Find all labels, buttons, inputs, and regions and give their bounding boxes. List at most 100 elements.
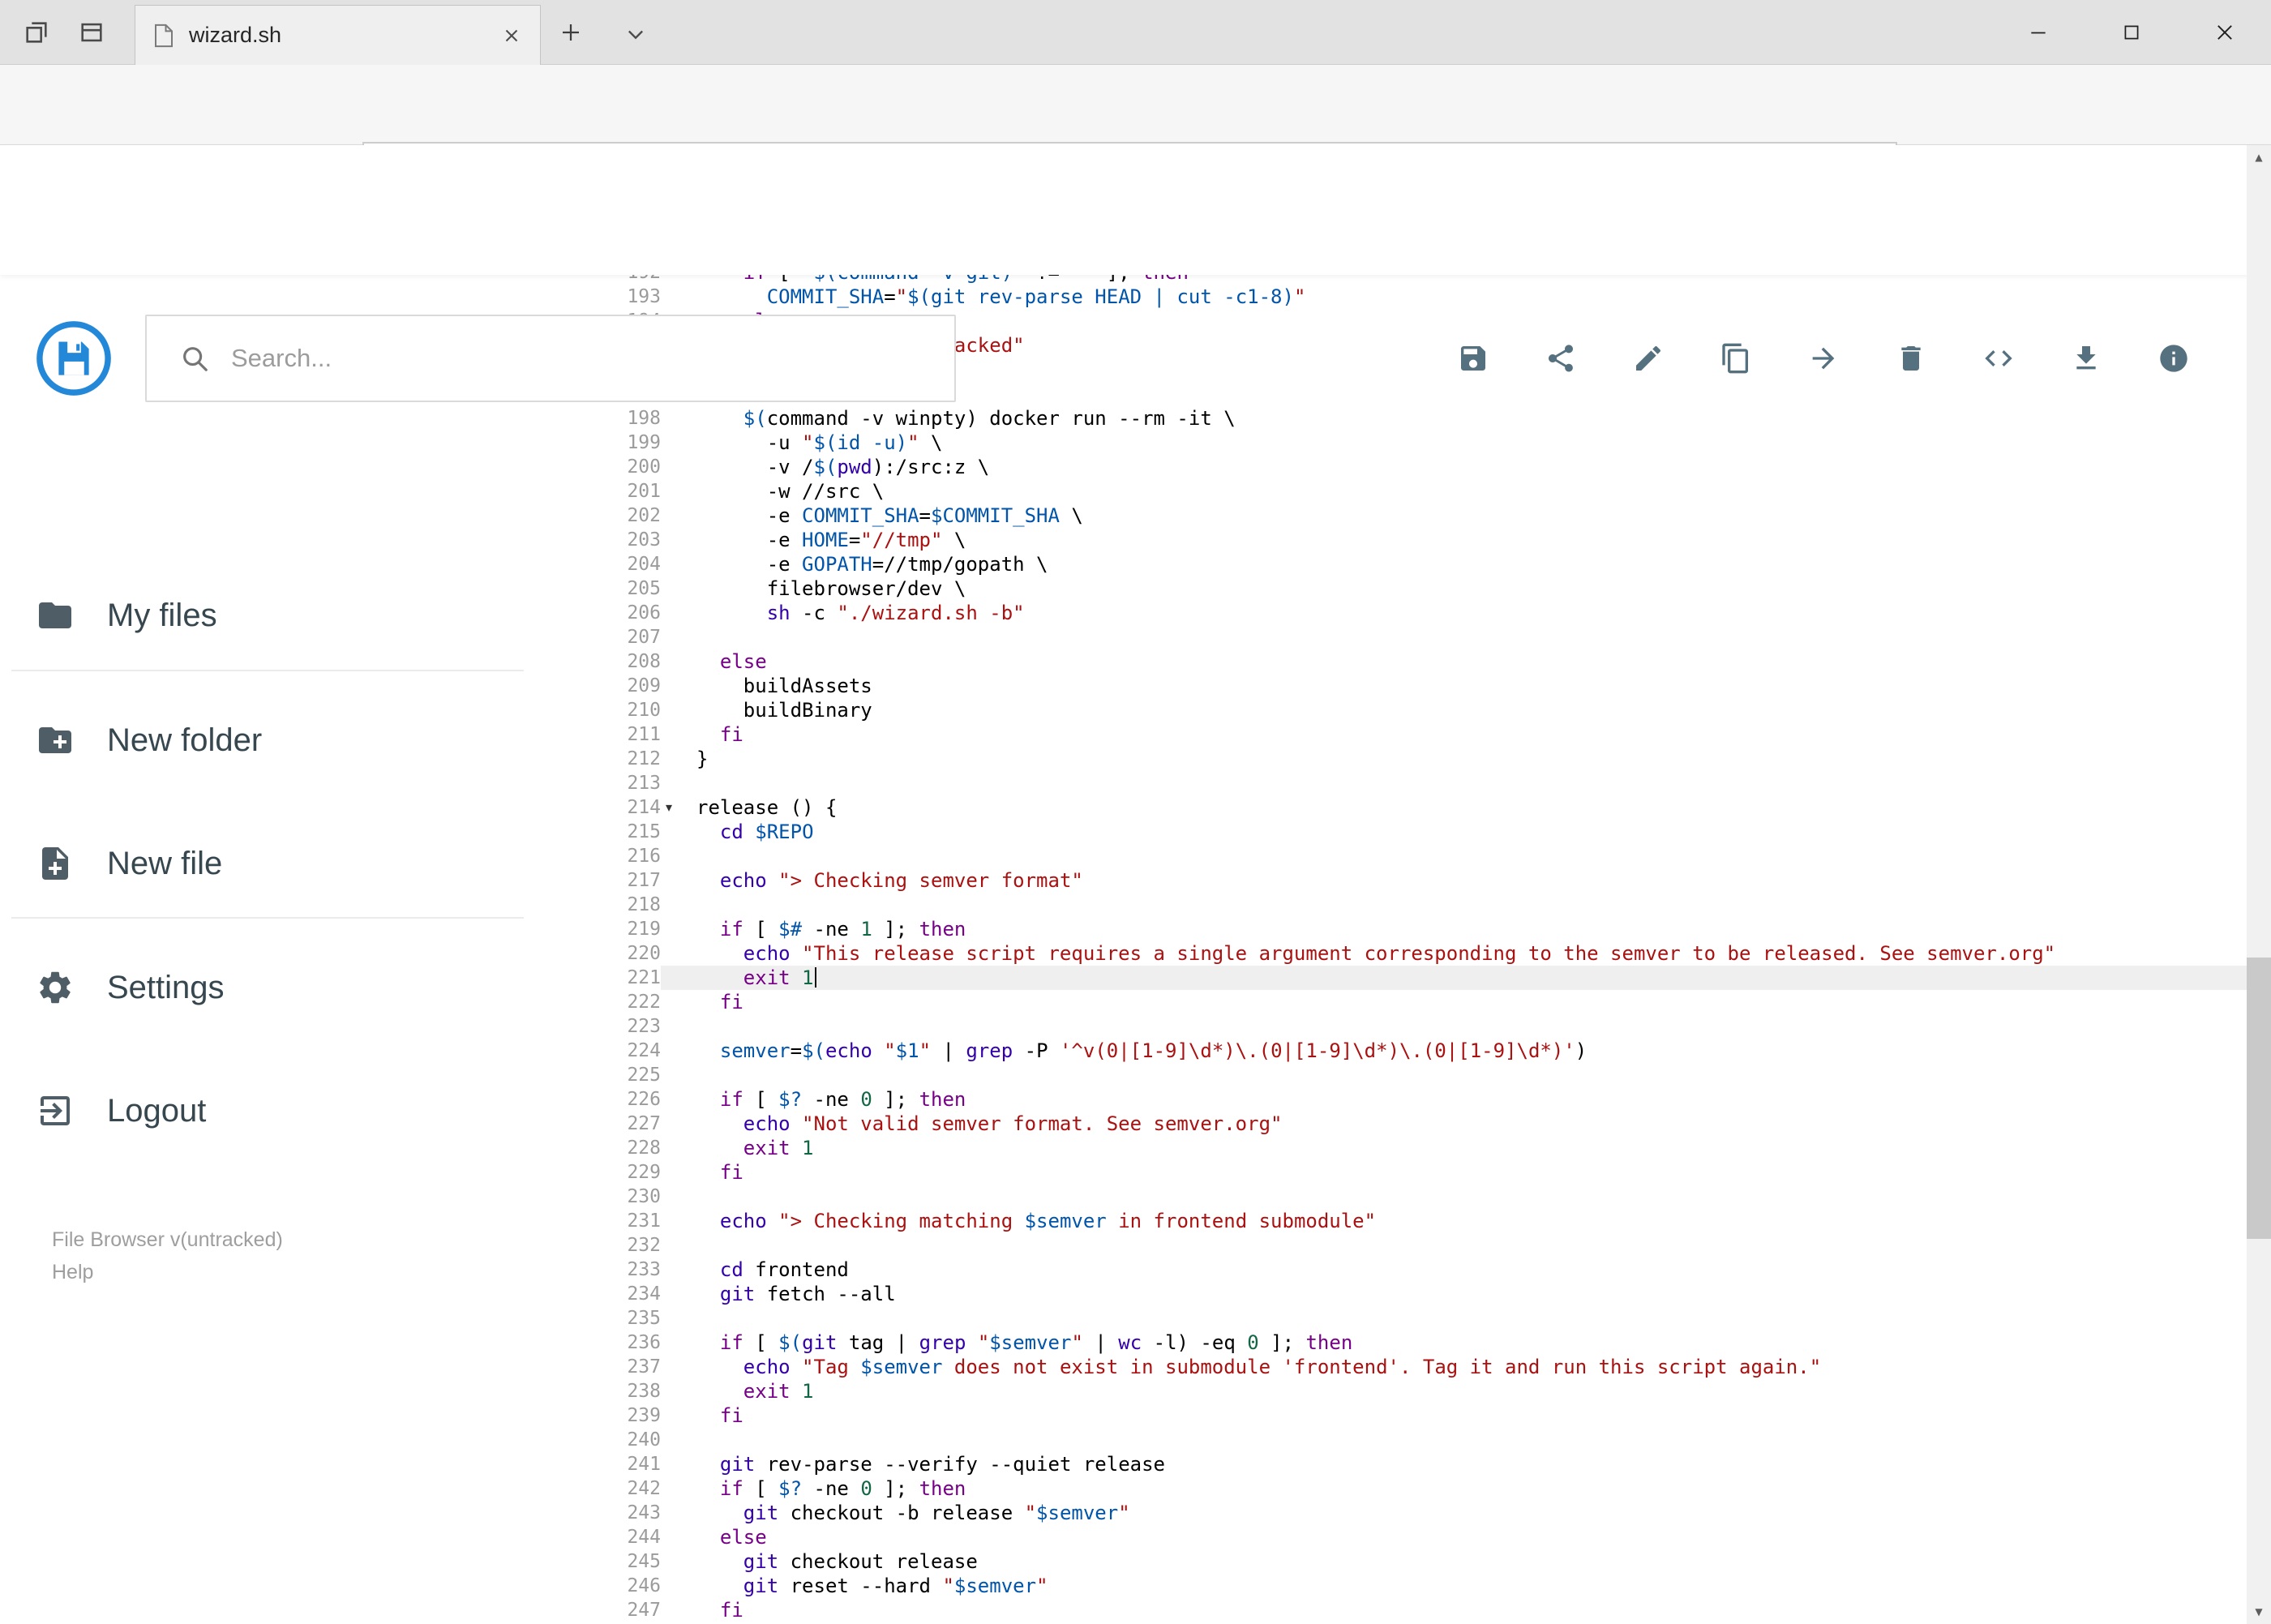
help-link[interactable]: Help xyxy=(52,1261,93,1284)
code-line[interactable]: 213 xyxy=(580,771,2247,795)
move-arrow-icon[interactable] xyxy=(1807,342,1840,375)
code-line[interactable]: 223 xyxy=(580,1014,2247,1039)
window-close-button[interactable] xyxy=(2178,0,2271,65)
code-line[interactable]: 235 xyxy=(580,1306,2247,1330)
code-line[interactable]: 193 COMMIT_SHA="$(git rev-parse HEAD | c… xyxy=(580,285,2247,309)
tab-list-chevron-icon[interactable] xyxy=(624,23,647,45)
code-line[interactable]: 200 -v /$(pwd):/src:z \ xyxy=(580,455,2247,479)
code-line[interactable]: 216 xyxy=(580,844,2247,868)
code-line[interactable]: 210 buildBinary xyxy=(580,698,2247,722)
tab-preview-icon[interactable] xyxy=(23,19,50,46)
code-line[interactable]: 238 exit 1 xyxy=(580,1379,2247,1403)
code-line[interactable]: 222 fi xyxy=(580,990,2247,1014)
code-line[interactable]: 237 echo "Tag $semver does not exist in … xyxy=(580,1355,2247,1379)
edit-pencil-icon[interactable] xyxy=(1632,342,1665,375)
code-line[interactable]: 234 git fetch --all xyxy=(580,1282,2247,1306)
code-line[interactable]: 205 filebrowser/dev \ xyxy=(580,576,2247,601)
code-line[interactable]: 224 semver=$(echo "$1" | grep -P '^v(0|[… xyxy=(580,1039,2247,1063)
code-line[interactable]: 215 cd $REPO xyxy=(580,820,2247,844)
code-line[interactable]: 227 echo "Not valid semver format. See s… xyxy=(580,1112,2247,1136)
share-icon[interactable] xyxy=(1545,342,1577,375)
code-line[interactable]: 240 xyxy=(580,1428,2247,1452)
sidebar-item-settings[interactable]: Settings xyxy=(36,965,225,1010)
code-area[interactable]: 192 if [ "$(command -v git)" != "" ]; th… xyxy=(580,275,2247,1622)
code-text: -w //src \ xyxy=(696,480,885,503)
line-number: 204 xyxy=(627,554,661,575)
new-tab-button[interactable] xyxy=(558,19,584,45)
code-line[interactable]: 212} xyxy=(580,747,2247,771)
line-number: 214 xyxy=(627,797,661,818)
code-line[interactable]: 203 -e HOME="//tmp" \ xyxy=(580,528,2247,552)
code-text: -e HOME="//tmp" \ xyxy=(696,529,966,551)
code-text: exit 1 xyxy=(696,966,816,990)
info-icon[interactable] xyxy=(2157,342,2190,375)
search-input[interactable] xyxy=(231,344,954,373)
code-line[interactable]: 246 git reset --hard "$semver" xyxy=(580,1574,2247,1598)
code-line[interactable]: 206 sh -c "./wizard.sh -b" xyxy=(580,601,2247,625)
scrollbar-thumb[interactable] xyxy=(2247,958,2271,1239)
code-line[interactable]: 211 fi xyxy=(580,722,2247,747)
code-line[interactable]: 244 else xyxy=(580,1525,2247,1549)
set-tabs-aside-icon[interactable] xyxy=(78,19,105,46)
code-line[interactable]: 219 if [ $# -ne 1 ]; then xyxy=(580,917,2247,941)
trash-icon[interactable] xyxy=(1895,342,1927,375)
code-icon[interactable] xyxy=(1982,342,2015,375)
code-line[interactable]: 220 echo "This release script requires a… xyxy=(580,941,2247,966)
code-line[interactable]: 202 -e COMMIT_SHA=$COMMIT_SHA \ xyxy=(580,503,2247,528)
code-line[interactable]: 217 echo "> Checking semver format" xyxy=(580,868,2247,893)
sidebar-item-logout[interactable]: Logout xyxy=(36,1088,206,1133)
code-line[interactable]: 225 xyxy=(580,1063,2247,1087)
code-line[interactable]: 236 if [ $(git tag | grep "$semver" | wc… xyxy=(580,1330,2247,1355)
download-icon[interactable] xyxy=(2070,342,2102,375)
fold-arrow-icon[interactable]: ▾ xyxy=(661,795,696,820)
sidebar-item-new-file[interactable]: New file xyxy=(36,841,222,886)
code-text: fi xyxy=(719,723,743,746)
code-line[interactable]: 230 xyxy=(580,1185,2247,1209)
search-box[interactable] xyxy=(145,315,956,402)
code-line[interactable]: 228 exit 1 xyxy=(580,1136,2247,1160)
sidebar-item-my-files[interactable]: My files xyxy=(36,593,217,638)
code-line[interactable]: 232 xyxy=(580,1233,2247,1258)
tab-close-icon[interactable] xyxy=(501,25,522,46)
code-line[interactable]: 247 fi xyxy=(580,1598,2247,1622)
code-line[interactable]: 243 git checkout -b release "$semver" xyxy=(580,1501,2247,1525)
code-line[interactable]: 245 git checkout release xyxy=(580,1549,2247,1574)
window-maximize-button[interactable] xyxy=(2085,0,2178,65)
code-text: release () { xyxy=(696,796,838,819)
line-number: 239 xyxy=(627,1405,661,1426)
sidebar-item-new-folder[interactable]: New folder xyxy=(36,718,262,763)
scrollbar-down-arrow[interactable]: ▼ xyxy=(2247,1600,2271,1624)
save-icon[interactable] xyxy=(1457,342,1489,375)
code-line[interactable]: 221 exit 1 xyxy=(580,966,2247,990)
code-line[interactable]: 241 git rev-parse --verify --quiet relea… xyxy=(580,1452,2247,1476)
code-line[interactable]: 218 xyxy=(580,893,2247,917)
line-number: 216 xyxy=(627,846,661,867)
code-text: -u "$(id -u)" \ xyxy=(696,431,943,454)
code-editor[interactable]: 192 if [ "$(command -v git)" != "" ]; th… xyxy=(580,275,2247,1624)
code-line[interactable]: 198 $(command -v winpty) docker run --rm… xyxy=(580,406,2247,431)
code-line[interactable]: 192 if [ "$(command -v git)" != "" ]; th… xyxy=(580,275,2247,285)
window-minimize-button[interactable] xyxy=(1991,0,2085,65)
code-line[interactable]: 207 xyxy=(580,625,2247,649)
browser-tab[interactable]: wizard.sh xyxy=(135,5,541,65)
code-line[interactable]: 201 -w //src \ xyxy=(580,479,2247,503)
code-line[interactable]: 209 buildAssets xyxy=(580,674,2247,698)
line-number: 225 xyxy=(627,1065,661,1086)
code-line[interactable]: 229 fi xyxy=(580,1160,2247,1185)
code-line[interactable]: 239 fi xyxy=(580,1403,2247,1428)
app-version-text: File Browser v(untracked) xyxy=(52,1228,283,1251)
code-line[interactable]: 208 else xyxy=(580,649,2247,674)
code-line[interactable]: 226 if [ $? -ne 0 ]; then xyxy=(580,1087,2247,1112)
code-line[interactable]: 204 -e GOPATH=//tmp/gopath \ xyxy=(580,552,2247,576)
code-text: -v /$(pwd):/src:z \ xyxy=(696,456,990,478)
page-scrollbar[interactable]: ▲ ▼ xyxy=(2247,145,2271,1624)
scrollbar-up-arrow[interactable]: ▲ xyxy=(2247,145,2271,169)
code-line[interactable]: 199 -u "$(id -u)" \ xyxy=(580,431,2247,455)
code-line[interactable]: 214 ▾ release () { xyxy=(580,795,2247,820)
code-line[interactable]: 231 echo "> Checking matching $semver in… xyxy=(580,1209,2247,1233)
code-line[interactable]: 242 if [ $? -ne 0 ]; then xyxy=(580,1476,2247,1501)
filebrowser-logo[interactable] xyxy=(36,320,112,396)
line-number: 234 xyxy=(627,1283,661,1305)
copy-icon[interactable] xyxy=(1720,342,1752,375)
code-line[interactable]: 233 cd frontend xyxy=(580,1258,2247,1282)
